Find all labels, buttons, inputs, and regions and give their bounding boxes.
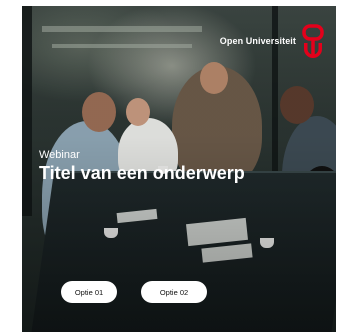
brand-name: Open Universiteit — [219, 36, 296, 46]
ou-logo-icon — [302, 24, 324, 58]
page-title: Titel van een onderwerp — [39, 163, 245, 183]
option-01-button[interactable]: Optie 01 — [61, 281, 117, 303]
brand[interactable]: Open Universiteit — [220, 24, 324, 58]
eyebrow-label: Webinar — [39, 149, 80, 161]
option-02-button[interactable]: Optie 02 — [141, 281, 207, 303]
